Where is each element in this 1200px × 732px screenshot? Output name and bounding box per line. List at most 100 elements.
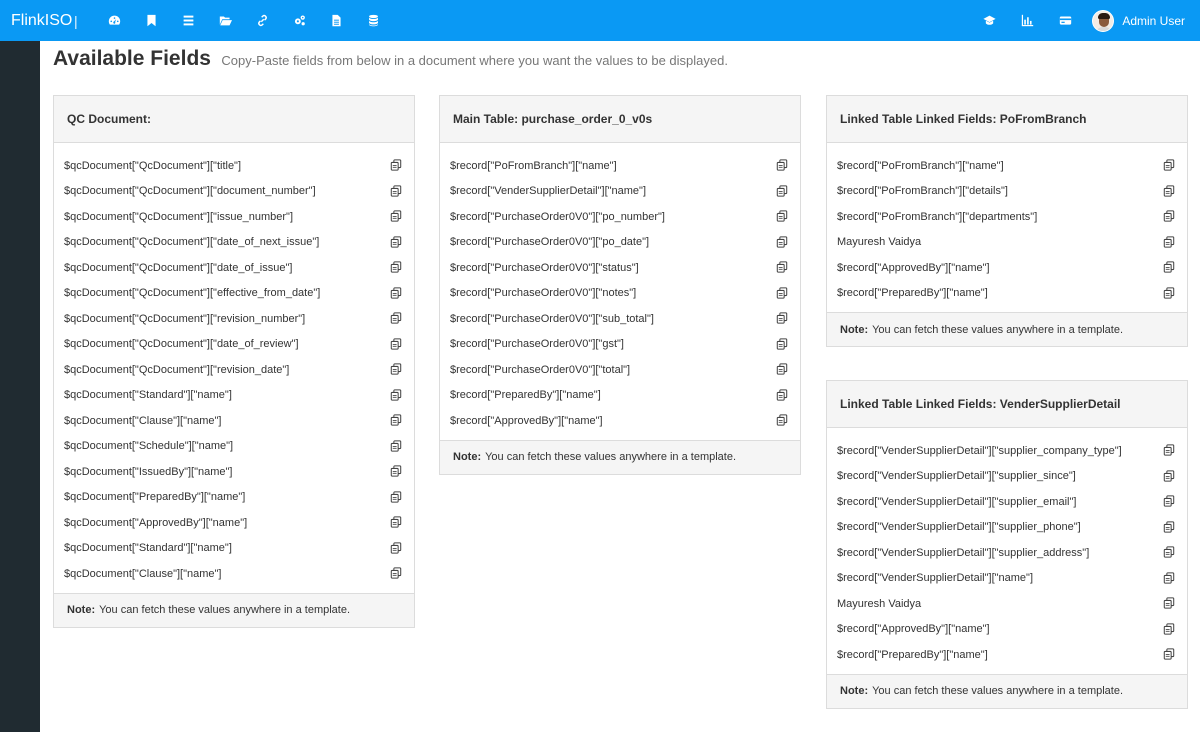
copy-icon[interactable] [390, 491, 403, 504]
copy-icon[interactable] [390, 567, 403, 580]
user-menu[interactable]: Admin User [1084, 0, 1200, 41]
copy-icon[interactable] [776, 210, 789, 223]
field-row: $record["PurchaseOrder0V0"]["notes"] [440, 281, 800, 307]
field-row: $record["VenderSupplierDetail"]["supplie… [827, 464, 1187, 490]
field-list: $record["PoFromBranch"]["name"] $record["… [440, 143, 800, 440]
field-row: $record["PreparedBy"]["name"] [827, 281, 1187, 307]
copy-icon[interactable] [776, 261, 789, 274]
copy-icon[interactable] [1163, 470, 1176, 483]
link-icon[interactable] [244, 0, 281, 41]
copy-icon[interactable] [776, 338, 789, 351]
copy-icon[interactable] [1163, 287, 1176, 300]
field-list: $record["VenderSupplierDetail"]["supplie… [827, 428, 1187, 674]
copy-icon[interactable] [1163, 495, 1176, 508]
sidebar [0, 41, 40, 732]
field-code: $qcDocument["Clause"]["name"] [64, 414, 222, 427]
copy-icon[interactable] [776, 236, 789, 249]
field-code: $record["PreparedBy"]["name"] [837, 287, 988, 300]
copy-icon[interactable] [1163, 597, 1176, 610]
dashboard-icon[interactable] [96, 0, 133, 41]
field-row: $qcDocument["ApprovedBy"]["name"] [54, 510, 414, 536]
copy-icon[interactable] [390, 465, 403, 478]
field-row: $record["PurchaseOrder0V0"]["total"] [440, 357, 800, 383]
field-code: $record["VenderSupplierDetail"]["supplie… [837, 444, 1122, 457]
copy-icon[interactable] [1163, 623, 1176, 636]
copy-icon[interactable] [390, 287, 403, 300]
copy-icon[interactable] [1163, 261, 1176, 274]
field-code: $record["VenderSupplierDetail"]["name"] [450, 185, 647, 198]
field-row: $qcDocument["QcDocument"]["revision_date… [54, 357, 414, 383]
field-code: $record["PurchaseOrder0V0"]["notes"] [450, 287, 637, 300]
copy-icon[interactable] [1163, 546, 1176, 559]
field-code: $qcDocument["QcDocument"]["issue_number"… [64, 210, 293, 223]
main-table-panel: Main Table: purchase_order_0_v0s $record… [439, 95, 801, 475]
copy-icon[interactable] [390, 440, 403, 453]
copy-icon[interactable] [390, 210, 403, 223]
credit-card-icon[interactable] [1046, 0, 1084, 41]
copy-icon[interactable] [390, 185, 403, 198]
folder-open-icon[interactable] [207, 0, 244, 41]
copy-icon[interactable] [390, 363, 403, 376]
copy-icon[interactable] [390, 414, 403, 427]
copy-icon[interactable] [1163, 210, 1176, 223]
note-text: You can fetch these values anywhere in a… [872, 685, 1124, 697]
field-code: $record["VenderSupplierDetail"]["supplie… [837, 470, 1076, 483]
note-text: You can fetch these values anywhere in a… [872, 323, 1124, 336]
field-code: $qcDocument["Clause"]["name"] [64, 567, 222, 580]
copy-icon[interactable] [776, 312, 789, 325]
field-code: $qcDocument["QcDocument"]["revision_numb… [64, 312, 306, 325]
copy-icon[interactable] [776, 185, 789, 198]
file-icon[interactable] [318, 0, 355, 41]
copy-icon[interactable] [390, 236, 403, 249]
field-code: $qcDocument["Standard"]["name"] [64, 542, 232, 555]
copy-icon[interactable] [390, 542, 403, 555]
field-row: $record["PoFromBranch"]["name"] [827, 153, 1187, 179]
copy-icon[interactable] [1163, 572, 1176, 585]
vender-supplier-detail-panel: Linked Table Linked Fields: VenderSuppli… [826, 380, 1188, 709]
panel-title: QC Document: [54, 96, 414, 143]
field-code: $qcDocument["QcDocument"]["date_of_next_… [64, 236, 320, 249]
field-code: $qcDocument["QcDocument"]["title"] [64, 159, 242, 172]
copy-icon[interactable] [1163, 185, 1176, 198]
copy-icon[interactable] [776, 159, 789, 172]
copy-icon[interactable] [1163, 648, 1176, 661]
field-row: $qcDocument["PreparedBy"]["name"] [54, 485, 414, 511]
copy-icon[interactable] [390, 516, 403, 529]
copy-icon[interactable] [1163, 236, 1176, 249]
brand-logo[interactable]: FlinkISO [0, 12, 74, 30]
field-code: $record["PurchaseOrder0V0"]["sub_total"] [450, 312, 654, 325]
panel-note: Note: You can fetch these values anywher… [827, 312, 1187, 346]
field-code: $record["PurchaseOrder0V0"]["status"] [450, 261, 639, 274]
field-code: Mayuresh Vaidya [837, 597, 922, 610]
copy-icon[interactable] [776, 389, 789, 402]
copy-icon[interactable] [390, 338, 403, 351]
database-icon[interactable] [355, 0, 392, 41]
field-row: $record["VenderSupplierDetail"]["supplie… [827, 489, 1187, 515]
list-icon[interactable] [170, 0, 207, 41]
cogs-icon[interactable] [281, 0, 318, 41]
bookmark-icon[interactable] [133, 0, 170, 41]
copy-icon[interactable] [390, 312, 403, 325]
copy-icon[interactable] [1163, 521, 1176, 534]
field-code: $record["PurchaseOrder0V0"]["po_number"] [450, 210, 665, 223]
field-row: $qcDocument["IssuedBy"]["name"] [54, 459, 414, 485]
field-code: $record["VenderSupplierDetail"]["supplie… [837, 546, 1090, 559]
field-code: $qcDocument["QcDocument"]["document_numb… [64, 185, 316, 198]
bar-chart-icon[interactable] [1008, 0, 1046, 41]
panel-note: Note: You can fetch these values anywher… [440, 439, 800, 474]
field-code: $qcDocument["ApprovedBy"]["name"] [64, 516, 248, 529]
note-text: You can fetch these values anywhere in a… [99, 604, 351, 616]
field-row: $qcDocument["QcDocument"]["issue_number"… [54, 204, 414, 230]
copy-icon[interactable] [776, 287, 789, 300]
copy-icon[interactable] [390, 389, 403, 402]
graduation-cap-icon[interactable] [970, 0, 1008, 41]
copy-icon[interactable] [776, 363, 789, 376]
copy-icon[interactable] [390, 261, 403, 274]
page-heading: Available Fields Copy-Paste fields from … [53, 47, 728, 71]
copy-icon[interactable] [1163, 159, 1176, 172]
copy-icon[interactable] [1163, 444, 1176, 457]
panel-title: Main Table: purchase_order_0_v0s [440, 96, 800, 143]
copy-icon[interactable] [776, 414, 789, 427]
copy-icon[interactable] [390, 159, 403, 172]
panel-note: Note: You can fetch these values anywher… [54, 592, 414, 627]
